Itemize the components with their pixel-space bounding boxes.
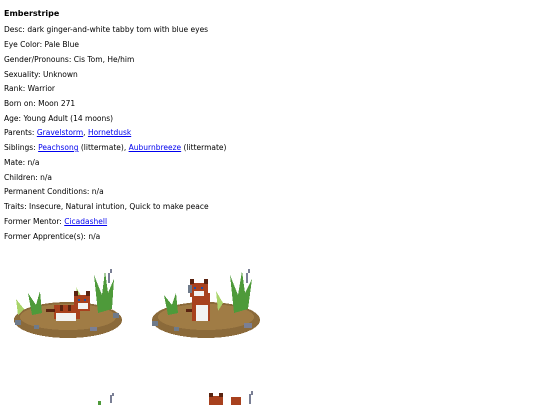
eye-color-label: Eye Color:: [4, 40, 43, 49]
born-label: Born on:: [4, 99, 36, 108]
siblings-row: Siblings: Peachsong (littermate), Auburn…: [4, 143, 227, 152]
sibling-link-auburnbreeze[interactable]: Auburnbreeze: [129, 143, 182, 152]
born-row: Born on: Moon 271: [4, 99, 75, 109]
conditions-value: n/a: [91, 187, 104, 196]
sibling-note: (littermate): [80, 143, 124, 152]
mentor-label: Former Mentor:: [4, 217, 62, 226]
children-value: n/a: [40, 173, 53, 182]
character-page: Emberstripe Desc: dark ginger-and-white …: [0, 0, 540, 405]
mentor-link-cicadashell[interactable]: Cicadashell: [64, 217, 107, 226]
mate-row: Mate: n/a: [4, 158, 39, 168]
children-label: Children:: [4, 173, 38, 182]
desc-row: Desc: dark ginger-and-white tabby tom wi…: [4, 25, 208, 35]
age-row: Age: Young Adult (14 moons): [4, 114, 113, 124]
eye-color-value: Pale Blue: [44, 40, 80, 49]
rank-row: Rank: Warrior: [4, 84, 55, 94]
cat-sprite-partial-right: [209, 391, 253, 405]
apprentices-row: Former Apprentice(s): n/a: [4, 232, 100, 242]
traits-row: Traits: Insecure, Natural intution, Quic…: [4, 202, 209, 212]
sibling-note: (littermate): [183, 143, 227, 152]
sexuality-row: Sexuality: Unknown: [4, 70, 78, 80]
eye-color-row: Eye Color: Pale Blue: [4, 40, 79, 50]
age-value: Young Adult (14 moons): [23, 114, 114, 123]
parents-row: Parents: Gravelstorm, Hornetdusk: [4, 128, 131, 138]
sexuality-label: Sexuality:: [4, 70, 41, 79]
cat-sprite-sitting: [152, 269, 260, 338]
siblings-label: Siblings:: [4, 143, 36, 152]
parents-label: Parents:: [4, 128, 35, 137]
apprentices-value: n/a: [88, 232, 101, 241]
desc-value: dark ginger-and-white tabby tom with blu…: [27, 25, 209, 34]
gender-value: Cis Tom, He/him: [73, 55, 135, 64]
character-name: Emberstripe: [4, 9, 60, 18]
apprentices-label: Former Apprentice(s):: [4, 232, 86, 241]
age-label: Age:: [4, 114, 22, 123]
traits-value: Insecure, Natural intution, Quick to mak…: [29, 202, 209, 211]
born-value: Moon 271: [38, 99, 76, 108]
gender-row: Gender/Pronouns: Cis Tom, He/him: [4, 55, 134, 65]
mentor-row: Former Mentor: Cicadashell: [4, 217, 107, 227]
conditions-row: Permanent Conditions: n/a: [4, 187, 104, 197]
desc-label: Desc:: [4, 25, 25, 34]
cat-sprite-lying: [14, 269, 122, 338]
sexuality-value: Unknown: [42, 70, 78, 79]
conditions-label: Permanent Conditions:: [4, 187, 90, 196]
rank-value: Warrior: [27, 84, 55, 93]
gender-label: Gender/Pronouns:: [4, 55, 72, 64]
rank-label: Rank:: [4, 84, 26, 93]
children-row: Children: n/a: [4, 173, 52, 183]
parent-link-hornetdusk[interactable]: Hornetdusk: [88, 128, 131, 137]
cat-sprite-partial-left: [98, 393, 114, 405]
traits-label: Traits:: [4, 202, 27, 211]
mate-value: n/a: [27, 158, 40, 167]
parent-link-gravelstorm[interactable]: Gravelstorm: [37, 128, 83, 137]
sibling-link-peachsong[interactable]: Peachsong: [38, 143, 78, 152]
mate-label: Mate:: [4, 158, 26, 167]
